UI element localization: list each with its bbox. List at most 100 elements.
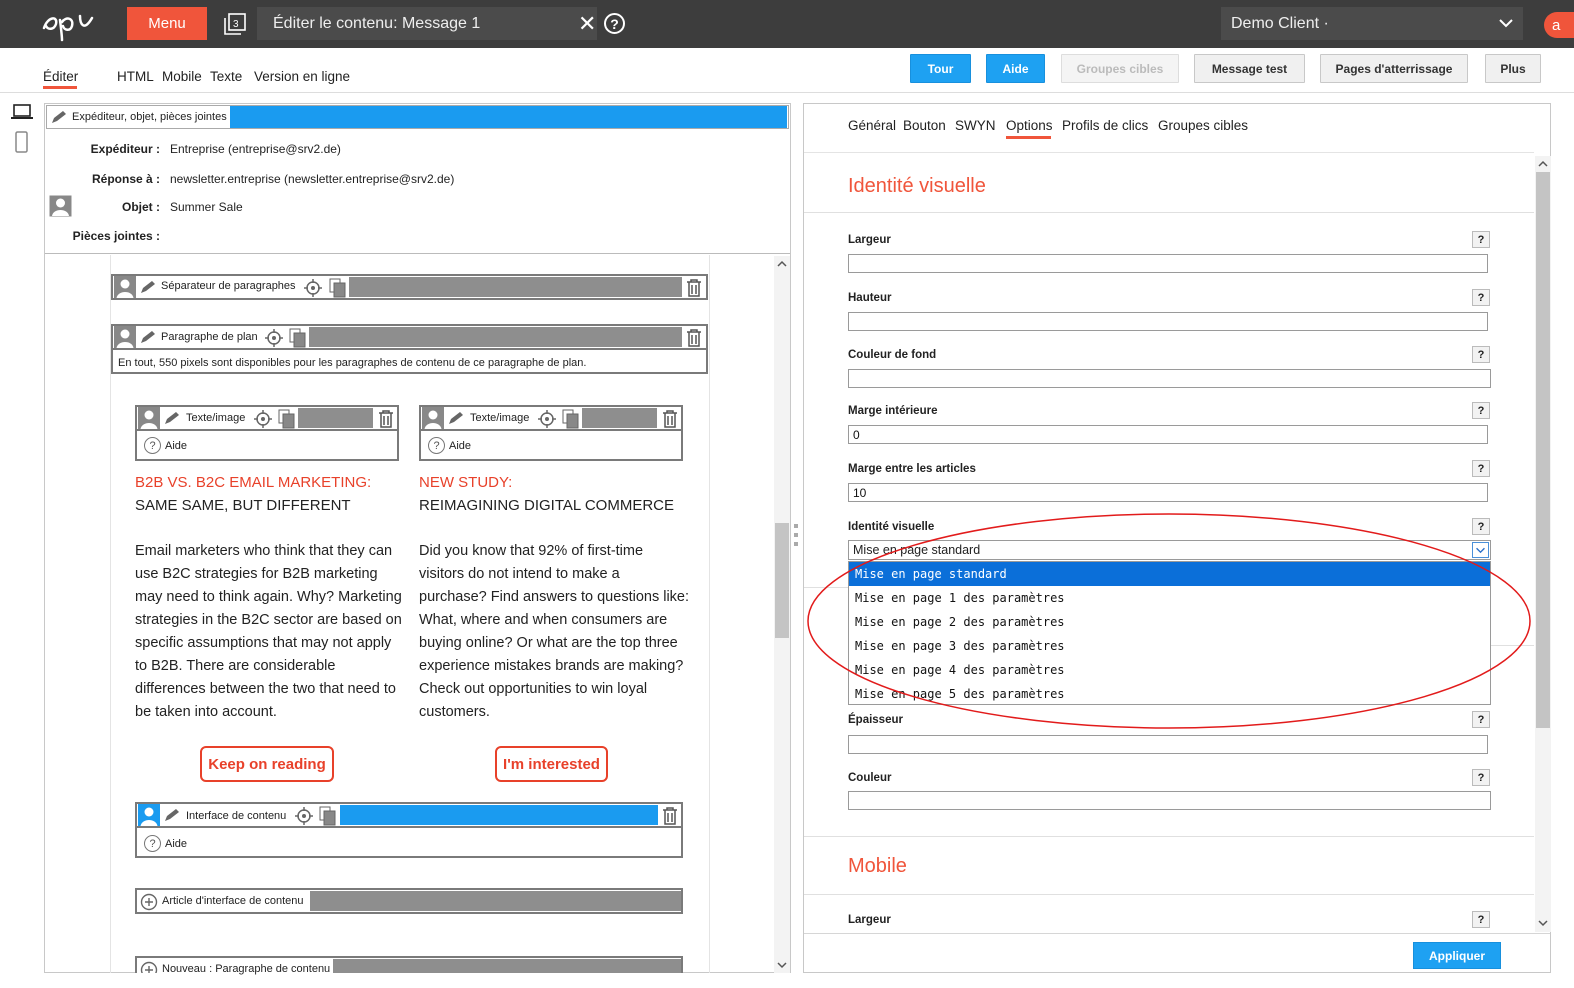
interested-button[interactable]: I'm interested xyxy=(495,746,608,782)
help-icon[interactable]: ? xyxy=(144,835,161,852)
help-button[interactable]: ? xyxy=(1472,711,1490,728)
tab-online-version[interactable]: Version en ligne xyxy=(254,69,350,84)
trash-icon[interactable] xyxy=(685,278,703,298)
keep-reading-button[interactable]: Keep on reading xyxy=(200,746,334,782)
copy-icon[interactable] xyxy=(562,409,580,429)
rtab-target-groups[interactable]: Groupes cibles xyxy=(1158,118,1248,133)
trash-icon[interactable] xyxy=(661,409,679,429)
target-icon[interactable] xyxy=(303,278,323,298)
dropdown-option[interactable]: Mise en page 3 des paramètres xyxy=(849,634,1490,658)
width-input[interactable] xyxy=(848,254,1488,273)
help-button[interactable]: ? xyxy=(1472,460,1490,477)
help-icon[interactable]: ? xyxy=(144,437,161,454)
user-avatar[interactable]: a xyxy=(1544,12,1574,38)
trash-icon[interactable] xyxy=(685,328,703,348)
target-icon[interactable] xyxy=(253,409,273,429)
editor-scroll-thumb[interactable] xyxy=(775,523,789,638)
tab-edit[interactable]: Éditer xyxy=(43,69,78,84)
desktop-view-icon[interactable] xyxy=(11,104,33,120)
menu-button[interactable]: Menu xyxy=(127,7,207,40)
target-icon[interactable] xyxy=(537,409,557,429)
help-button[interactable]: ? xyxy=(1472,231,1490,248)
person-icon[interactable] xyxy=(114,326,136,348)
background-color-input[interactable] xyxy=(848,369,1491,388)
color-input[interactable] xyxy=(848,791,1491,810)
rtab-click-profiles[interactable]: Profils de clics xyxy=(1062,118,1148,133)
target-icon[interactable] xyxy=(294,806,314,826)
tour-button[interactable]: Tour xyxy=(910,54,971,83)
thickness-input[interactable] xyxy=(848,735,1488,754)
close-icon[interactable]: ✕ xyxy=(578,12,598,36)
tab-html[interactable]: HTML xyxy=(117,69,154,84)
height-input[interactable] xyxy=(848,312,1488,331)
help-link[interactable]: Aide xyxy=(449,440,471,452)
landing-pages-button[interactable]: Pages d'atterrissage xyxy=(1320,54,1468,83)
pencil-icon[interactable] xyxy=(447,410,465,426)
tab-mobile[interactable]: Mobile xyxy=(162,69,202,84)
copy-icon[interactable] xyxy=(289,328,307,348)
help-icon[interactable]: ? xyxy=(428,437,445,454)
help-button[interactable]: ? xyxy=(1472,911,1490,928)
target-icon[interactable] xyxy=(264,328,284,348)
pencil-icon[interactable] xyxy=(139,279,157,295)
height-label: Hauteur xyxy=(848,292,892,304)
add-icon[interactable] xyxy=(140,961,158,973)
help-link[interactable]: Aide xyxy=(165,838,187,850)
help-icon[interactable]: ? xyxy=(604,13,625,34)
copy-icon[interactable] xyxy=(329,278,347,298)
help-button[interactable]: ? xyxy=(1472,346,1490,363)
trash-icon[interactable] xyxy=(377,409,395,429)
person-icon[interactable] xyxy=(422,407,444,429)
chevron-down-icon[interactable] xyxy=(1472,542,1489,558)
mobile-view-icon[interactable] xyxy=(15,131,28,153)
person-icon[interactable] xyxy=(114,276,136,298)
pencil-icon[interactable] xyxy=(163,410,181,426)
active-tab-indicator xyxy=(43,86,77,89)
help-button[interactable]: ? xyxy=(1472,402,1490,419)
apply-button[interactable]: Appliquer xyxy=(1413,942,1501,969)
rtab-button[interactable]: Bouton xyxy=(903,118,946,133)
properties-scroll-thumb[interactable] xyxy=(1536,172,1550,728)
scroll-down-icon[interactable] xyxy=(777,960,787,970)
plan-info-text: En tout, 550 pixels sont disponibles pou… xyxy=(118,357,587,369)
target-groups-button[interactable]: Groupes cibles xyxy=(1061,54,1179,83)
rtab-general[interactable]: Général xyxy=(848,118,896,133)
scroll-up-icon[interactable] xyxy=(777,259,787,269)
pencil-icon[interactable] xyxy=(139,329,157,345)
plan-label: Paragraphe de plan xyxy=(161,331,258,343)
visual-identity-select[interactable]: Mise en page standard xyxy=(848,540,1491,560)
article-margin-input[interactable]: 10 xyxy=(848,483,1488,502)
panel-splitter-grip[interactable] xyxy=(792,521,800,551)
help-button[interactable]: ? xyxy=(1472,289,1490,306)
trash-icon[interactable] xyxy=(661,806,679,826)
add-icon[interactable] xyxy=(140,893,158,911)
separator-label: Séparateur de paragraphes xyxy=(161,280,296,292)
rtab-options[interactable]: Options xyxy=(1006,118,1053,133)
scroll-down-icon[interactable] xyxy=(1538,918,1548,928)
more-button[interactable]: Plus xyxy=(1485,54,1541,83)
epi-logo[interactable] xyxy=(40,6,112,42)
tab-text[interactable]: Texte xyxy=(210,69,242,84)
help-button[interactable]: ? xyxy=(1472,518,1490,535)
copy-icon[interactable] xyxy=(278,409,296,429)
help-button[interactable]: ? xyxy=(1472,769,1490,786)
dropdown-option[interactable]: Mise en page 2 des paramètres xyxy=(849,610,1490,634)
pages-icon[interactable]: 3 xyxy=(223,12,247,36)
person-icon[interactable] xyxy=(138,407,160,429)
pencil-icon[interactable] xyxy=(163,807,181,823)
dropdown-option[interactable]: Mise en page 4 des paramètres xyxy=(849,658,1490,682)
inner-margin-input[interactable]: 0 xyxy=(848,425,1488,444)
aide-button[interactable]: Aide xyxy=(986,54,1045,83)
help-link[interactable]: Aide xyxy=(165,440,187,452)
dropdown-option[interactable]: Mise en page 1 des paramètres xyxy=(849,586,1490,610)
rtab-swyn[interactable]: SWYN xyxy=(955,118,996,133)
dropdown-option[interactable]: Mise en page standard xyxy=(849,562,1490,586)
copy-icon[interactable] xyxy=(319,806,337,826)
person-icon[interactable] xyxy=(138,804,160,826)
test-message-button[interactable]: Message test xyxy=(1194,54,1305,83)
pencil-icon[interactable] xyxy=(50,109,68,125)
chevron-down-icon[interactable] xyxy=(1497,14,1515,32)
dropdown-option[interactable]: Mise en page 5 des paramètres xyxy=(849,682,1490,706)
client-selector[interactable]: Demo Client · xyxy=(1221,7,1523,40)
scroll-up-icon[interactable] xyxy=(1538,159,1548,169)
